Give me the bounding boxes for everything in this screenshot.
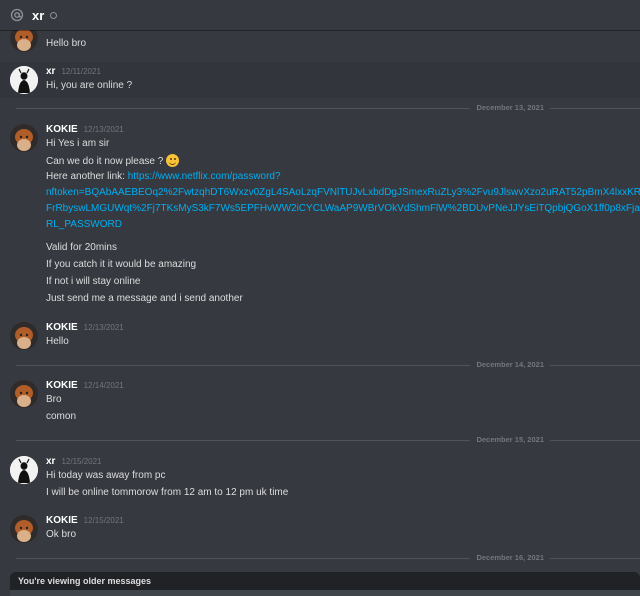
message-input-area[interactable]	[10, 590, 640, 596]
channel-header: xr	[0, 0, 640, 30]
avatar[interactable]	[10, 66, 38, 94]
password-link[interactable]: https://www.netflix.com/password?	[128, 171, 281, 182]
message-text: Just send me a message and i send anothe…	[46, 293, 243, 304]
timestamp: 12/13/2021	[83, 323, 124, 332]
grinning-emoji-icon	[166, 154, 180, 167]
message-text: Ok bro	[46, 529, 77, 540]
username[interactable]: xr 12/15/2021	[46, 456, 102, 467]
date-divider-label: December 14, 2021	[470, 360, 550, 369]
message-text: Hi today was away from pc	[46, 470, 166, 481]
password-link[interactable]: RL_PASSWORD	[46, 219, 122, 230]
message-text: Hi Yes i am sir	[46, 138, 110, 149]
timestamp: 12/15/2021	[83, 516, 124, 525]
timestamp: 12/15/2021	[61, 457, 102, 466]
message-text: Hello bro	[46, 38, 87, 49]
message: KOKIE 12/13/2021 Hello	[0, 318, 640, 354]
message: xr 12/15/2021 Hi today was away from pc I…	[0, 452, 640, 502]
message: xr 12/11/2021 Hi, you are online ?	[0, 62, 640, 98]
message-text: Bro	[46, 394, 62, 405]
message-text: Hello	[46, 336, 69, 347]
older-messages-label: You're viewing older messages	[18, 576, 152, 586]
date-divider-label: December 15, 2021	[470, 435, 550, 444]
message-text: If you catch it it would be amazing	[46, 259, 197, 270]
message: KOKIE 12/15/2021 Ok bro	[0, 511, 640, 547]
message-text: Here another link: https://www.netflix.c…	[46, 171, 281, 182]
username[interactable]: KOKIE 12/14/2021	[46, 380, 124, 391]
avatar[interactable]	[10, 322, 38, 350]
date-divider-label: December 13, 2021	[470, 103, 550, 112]
date-divider: December 13, 2021	[16, 103, 640, 112]
message-text: If not i will stay online	[46, 276, 141, 287]
message-text: Valid for 20mins	[46, 242, 117, 253]
username[interactable]: KOKIE 12/13/2021	[46, 322, 124, 333]
username[interactable]: xr 12/11/2021	[46, 66, 101, 77]
older-messages-bar[interactable]: You're viewing older messages	[10, 572, 640, 590]
message: KOKIE 12/14/2021 Bro comon	[0, 376, 640, 426]
password-link[interactable]: FrRbyswLMGUWqt%2Fj7TKsMyS3kF7Ws5EPFHvWW2…	[46, 203, 640, 214]
message-text: I will be online tommorow from 12 am to …	[46, 487, 289, 498]
message-text: Can we do it now please ?	[46, 154, 180, 167]
channel-title: xr	[32, 7, 45, 23]
timestamp: 12/14/2021	[83, 381, 124, 390]
username[interactable]: KOKIE 12/13/2021	[46, 124, 124, 135]
username[interactable]: KOKIE 12/15/2021	[46, 515, 124, 526]
timestamp: 12/13/2021	[83, 125, 124, 134]
message-text: Hi, you are online ?	[46, 80, 133, 91]
date-divider: December 15, 2021	[16, 435, 640, 444]
avatar[interactable]	[10, 124, 38, 152]
avatar[interactable]	[10, 456, 38, 484]
at-icon	[10, 8, 24, 22]
date-divider-label: December 16, 2021	[470, 553, 550, 562]
timestamp: 12/11/2021	[61, 67, 101, 76]
avatar[interactable]	[10, 515, 38, 543]
offline-status-icon	[50, 11, 58, 19]
date-divider: December 14, 2021	[16, 360, 640, 369]
date-divider: December 16, 2021	[16, 553, 640, 562]
message: KOKIE 12/13/2021 Hi Yes i am sir Can we d…	[0, 120, 640, 310]
avatar[interactable]	[10, 380, 38, 408]
password-link[interactable]: nftoken=BQAbAAEBEOq2%2FwtzqhDT6Wxzv0ZgL4…	[46, 187, 640, 198]
message-text: comon	[46, 411, 77, 422]
